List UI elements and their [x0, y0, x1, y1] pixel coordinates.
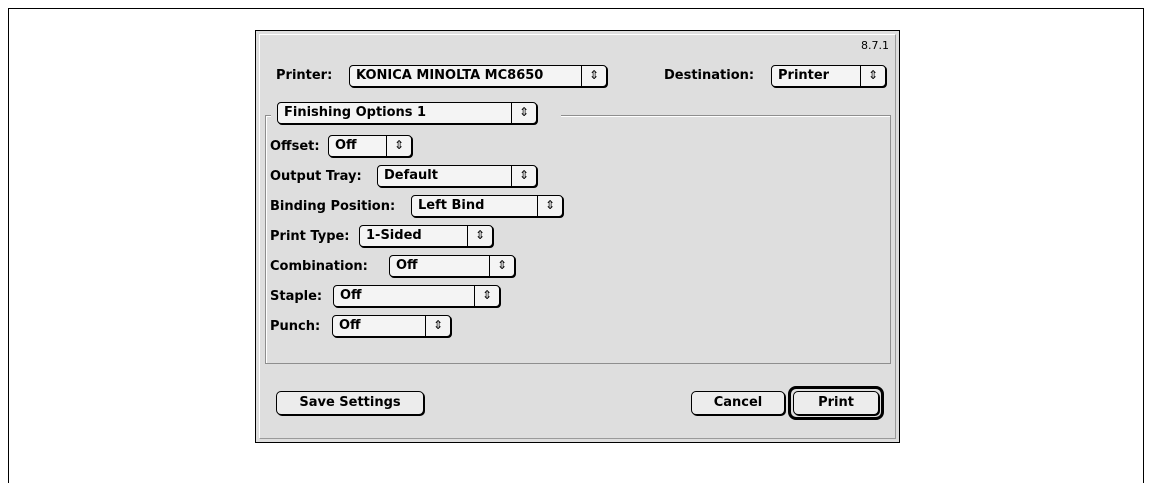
up-down-arrows-icon: ⇕	[511, 166, 536, 186]
up-down-arrows-icon: ⇕	[537, 196, 562, 216]
up-down-arrows-icon: ⇕	[581, 66, 606, 86]
up-down-arrows-icon: ⇕	[474, 286, 499, 306]
cancel-button[interactable]: Cancel	[691, 391, 785, 415]
print-type-popup[interactable]: 1-Sided ⇕	[359, 225, 493, 247]
print-type-value: 1-Sided	[366, 228, 422, 243]
destination-popup[interactable]: Printer ⇕	[771, 65, 886, 87]
print-type-label: Print Type:	[270, 229, 350, 244]
printer-label: Printer:	[276, 68, 333, 83]
up-down-arrows-icon: ⇕	[860, 66, 885, 86]
up-down-arrows-icon: ⇕	[386, 136, 411, 156]
print-dialog: 8.7.1 Printer: KONICA MINOLTA MC8650 ⇕ D…	[255, 30, 900, 443]
staple-value: Off	[340, 288, 362, 303]
punch-label: Punch:	[270, 319, 321, 334]
destination-label: Destination:	[664, 68, 755, 83]
binding-position-label: Binding Position:	[270, 199, 396, 214]
up-down-arrows-icon: ⇕	[425, 316, 450, 336]
offset-popup[interactable]: Off ⇕	[328, 135, 412, 157]
save-settings-button[interactable]: Save Settings	[276, 391, 424, 415]
binding-position-value: Left Bind	[418, 198, 485, 213]
up-down-arrows-icon: ⇕	[467, 226, 492, 246]
print-button[interactable]: Print	[793, 391, 879, 415]
punch-value: Off	[339, 318, 361, 333]
offset-label: Offset:	[270, 139, 320, 154]
combination-popup[interactable]: Off ⇕	[389, 255, 515, 277]
printer-value: KONICA MINOLTA MC8650	[356, 68, 544, 83]
binding-position-popup[interactable]: Left Bind ⇕	[411, 195, 563, 217]
output-tray-value: Default	[384, 168, 438, 183]
printer-popup[interactable]: KONICA MINOLTA MC8650 ⇕	[349, 65, 607, 87]
combination-label: Combination:	[270, 259, 368, 274]
staple-label: Staple:	[270, 289, 323, 304]
up-down-arrows-icon: ⇕	[511, 103, 536, 123]
version-label: 8.7.1	[861, 39, 889, 52]
offset-value: Off	[335, 138, 357, 153]
punch-popup[interactable]: Off ⇕	[332, 315, 451, 337]
panel-popup[interactable]: Finishing Options 1 ⇕	[277, 102, 537, 124]
combination-value: Off	[396, 258, 418, 273]
panel-value: Finishing Options 1	[284, 105, 427, 120]
output-tray-popup[interactable]: Default ⇕	[377, 165, 537, 187]
staple-popup[interactable]: Off ⇕	[333, 285, 500, 307]
output-tray-label: Output Tray:	[270, 169, 362, 184]
destination-value: Printer	[778, 68, 830, 83]
up-down-arrows-icon: ⇕	[489, 256, 514, 276]
